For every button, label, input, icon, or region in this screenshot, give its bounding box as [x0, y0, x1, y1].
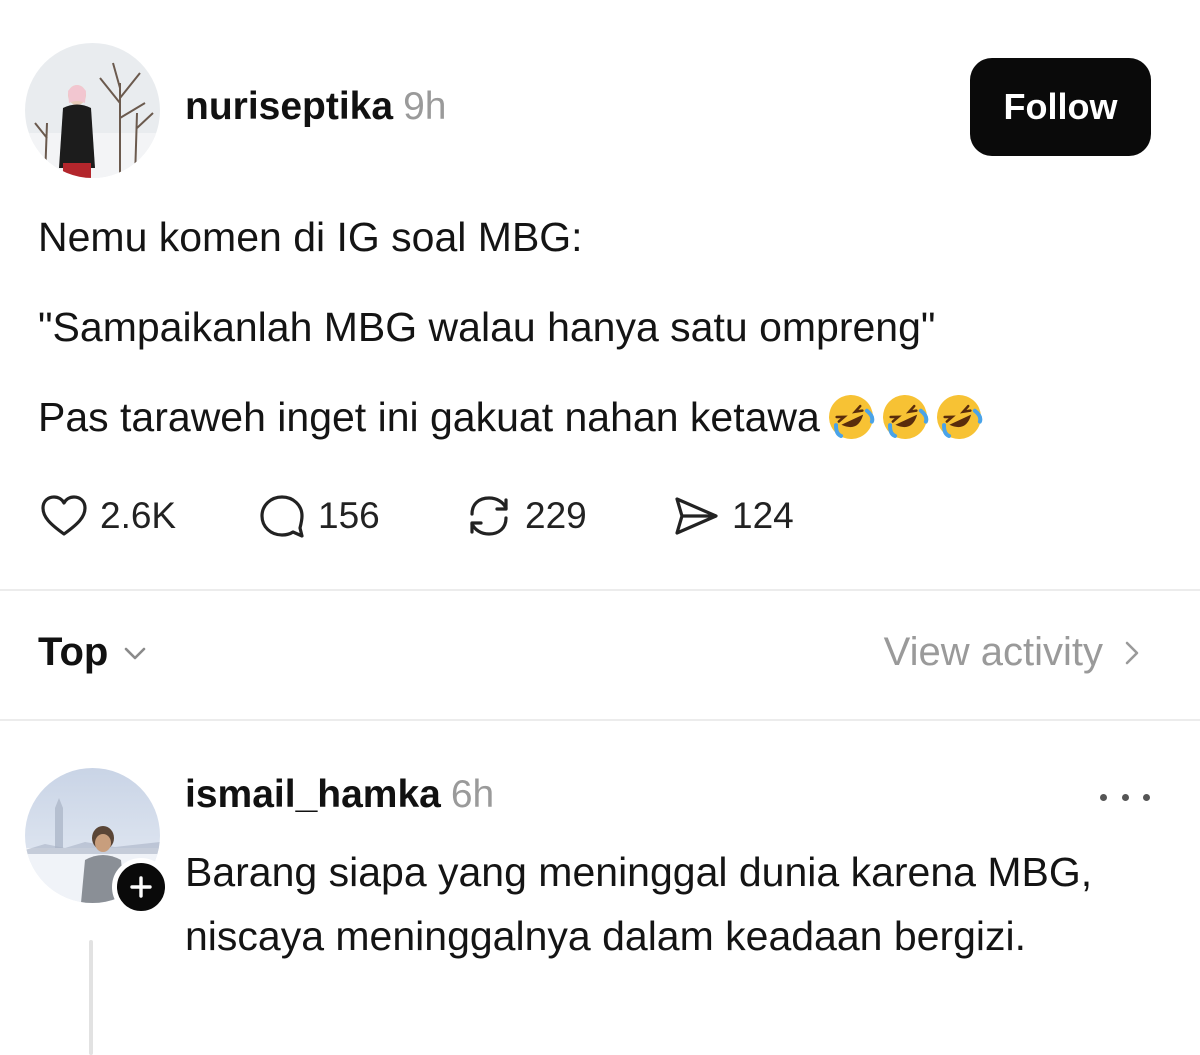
repost-count: 229 [525, 495, 587, 536]
follow-button[interactable]: Follow [970, 58, 1151, 156]
view-activity-label: View activity [883, 630, 1103, 674]
share-button[interactable]: 124 [670, 490, 794, 542]
reply-timestamp: 6h [450, 773, 495, 816]
comment-count: 156 [318, 495, 380, 536]
heart-icon [41, 495, 87, 536]
send-icon [675, 497, 718, 535]
plus-icon [130, 876, 152, 898]
more-horizontal-icon[interactable] [1100, 782, 1150, 812]
share-count: 124 [732, 495, 794, 536]
reply-meta: ismail_hamka 6h [185, 772, 494, 818]
thread-post-view: nuriseptika 9h Follow Nemu komen di IG so… [0, 0, 1200, 1055]
repost-icon [470, 496, 508, 536]
repost-button[interactable]: 229 [463, 490, 587, 542]
post-text-line-1: Nemu komen di IG soal MBG: [38, 214, 583, 260]
comment-button[interactable]: 156 [256, 490, 380, 542]
post-author-avatar[interactable] [25, 43, 160, 178]
post-text-line-3-text: Pas taraweh inget ini gakuat nahan ketaw… [38, 394, 820, 440]
emoji-group [826, 392, 984, 442]
sort-label: Top [38, 630, 109, 674]
rolling-on-floor-laughing-emoji [826, 392, 876, 442]
post-author-username[interactable]: nuriseptika [185, 85, 393, 128]
reply-text: Barang siapa yang meninggal dunia karena… [185, 849, 1093, 959]
post-timestamp: 9h [403, 85, 447, 128]
rolling-on-floor-laughing-emoji [880, 392, 930, 442]
divider [0, 589, 1200, 591]
chevron-right-icon [1125, 641, 1139, 664]
reply-author-username[interactable]: ismail_hamka [185, 773, 441, 816]
comment-bubble-icon [260, 495, 304, 538]
chevron-down-icon [125, 647, 146, 659]
like-count: 2.6K [100, 495, 177, 536]
post-text-line-2: "Sampaikanlah MBG walau hanya satu ompre… [38, 304, 936, 350]
post-text-line-3: Pas taraweh inget ini gakuat nahan ketaw… [38, 392, 984, 442]
divider [0, 719, 1200, 721]
sort-dropdown[interactable]: Top [38, 630, 150, 675]
rolling-on-floor-laughing-emoji [934, 392, 984, 442]
like-button[interactable]: 2.6K [38, 490, 176, 542]
post-meta: nuriseptika 9h [185, 84, 446, 130]
follow-plus-badge[interactable] [112, 858, 170, 916]
view-activity-link[interactable]: View activity [884, 630, 1145, 675]
thread-line [89, 940, 93, 1055]
